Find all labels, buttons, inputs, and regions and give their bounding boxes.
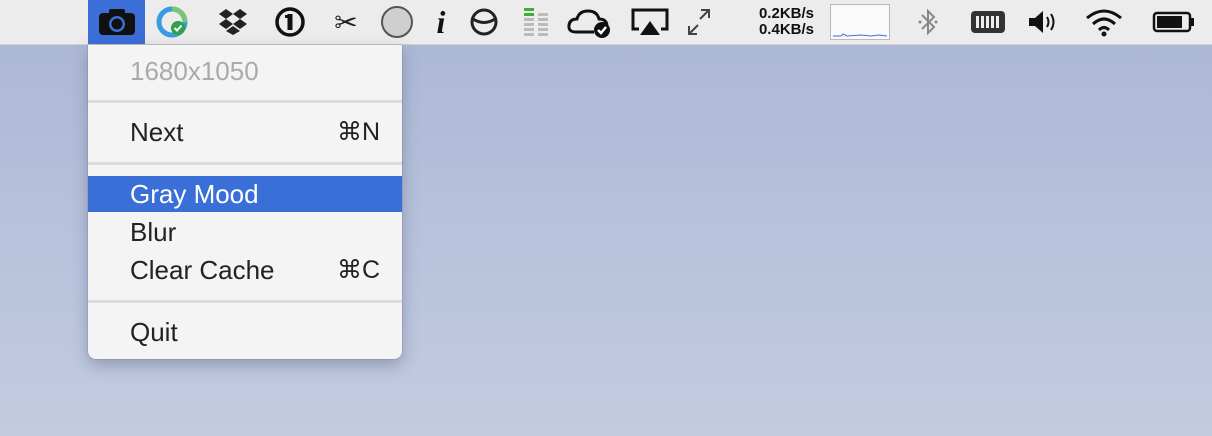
network-graph-icon[interactable]: [830, 0, 890, 44]
menu-item-clear-cache[interactable]: Clear Cache ⌘C: [88, 252, 402, 288]
info-icon[interactable]: i: [427, 0, 455, 44]
memory-bars-icon[interactable]: [516, 0, 556, 44]
half-circle-icon[interactable]: [464, 0, 504, 44]
battery-icon[interactable]: [1148, 0, 1200, 44]
menu-item-quit[interactable]: Quit: [88, 314, 402, 350]
cloud-check-icon[interactable]: [564, 0, 616, 44]
menu-item-blur[interactable]: Blur: [88, 214, 402, 250]
clear-cache-label: Clear Cache: [130, 254, 275, 285]
dropbox-icon[interactable]: [213, 0, 253, 44]
camera-icon[interactable]: [88, 0, 145, 44]
scissors-icon[interactable]: ✂: [326, 0, 366, 44]
menu-item-resolution: 1680x1050: [88, 53, 402, 89]
menu-bar: ✂ i 0.2KB/s 0.4KB/s: [0, 0, 1212, 45]
menu-separator: [88, 100, 402, 103]
resize-arrows-icon[interactable]: [682, 0, 716, 44]
menu-item-gray-mood[interactable]: Gray Mood: [88, 176, 402, 212]
upload-speed: 0.2KB/s: [758, 5, 814, 22]
1password-icon[interactable]: [270, 0, 310, 44]
volume-icon[interactable]: [1024, 0, 1064, 44]
quit-label: Quit: [130, 316, 178, 347]
circle-icon[interactable]: [377, 0, 417, 44]
blur-label: Blur: [130, 216, 177, 247]
network-speed[interactable]: 0.2KB/s 0.4KB/s: [730, 0, 814, 44]
bluetooth-icon[interactable]: [910, 0, 946, 44]
download-speed: 0.4KB/s: [758, 21, 814, 38]
wifi-icon[interactable]: [1082, 0, 1126, 44]
airplay-icon[interactable]: [628, 0, 672, 44]
resolution-label: 1680x1050: [130, 55, 259, 86]
next-label: Next: [130, 116, 184, 147]
gray-mood-label: Gray Mood: [130, 178, 259, 209]
battery-meter-icon[interactable]: [966, 0, 1010, 44]
menu-item-next[interactable]: Next ⌘N: [88, 114, 402, 150]
menu-separator: [88, 300, 402, 303]
clear-cache-shortcut: ⌘C: [336, 256, 380, 284]
next-shortcut: ⌘N: [336, 118, 380, 146]
menu-separator: [88, 162, 402, 165]
sync-icon[interactable]: [152, 0, 192, 44]
camera-dropdown-menu: 1680x1050 Next ⌘N Gray Mood Blur Clear C…: [88, 45, 402, 359]
